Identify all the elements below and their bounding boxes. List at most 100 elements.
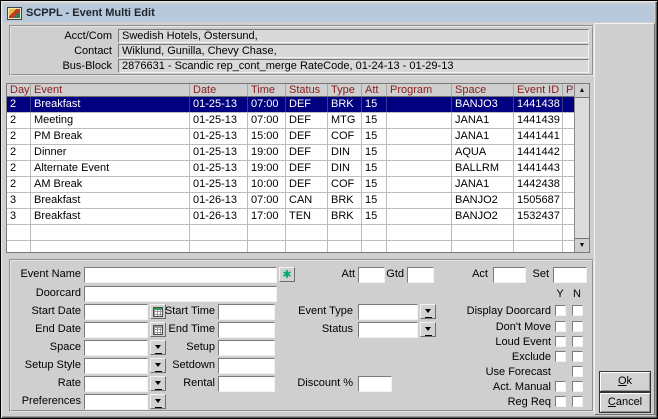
cell: Alternate Event xyxy=(31,161,190,176)
booking-header-group: Acct/Com Swedish Hotels, Östersund, Cont… xyxy=(9,25,594,76)
cell: BRK xyxy=(328,97,362,112)
cell: 01-25-13 xyxy=(190,97,248,112)
exclude-no-checkbox[interactable] xyxy=(572,351,583,362)
cell xyxy=(286,225,328,240)
event-row[interactable]: 2Dinner01-25-1319:00DEFDIN15AQUA1441442 xyxy=(7,145,574,161)
acct-com-value: Swedish Hotels, Östersund, xyxy=(118,29,589,43)
rate-input[interactable] xyxy=(84,376,148,392)
cell: 1441441 xyxy=(514,129,563,144)
cell: AM Break xyxy=(31,177,190,192)
cell: JANA1 xyxy=(452,113,514,128)
space-label: Space xyxy=(11,341,81,354)
cell: 01-25-13 xyxy=(190,129,248,144)
event-row[interactable]: 2AM Break01-25-1310:00DEFCOF15JANA114424… xyxy=(7,177,574,193)
reg-req-yes-checkbox[interactable] xyxy=(555,396,566,407)
cell xyxy=(248,225,286,240)
app-icon[interactable] xyxy=(7,7,22,20)
cell xyxy=(328,225,362,240)
cell xyxy=(563,113,574,128)
event-row[interactable]: 3Breakfast01-26-1307:00CANBRK15BANJO2150… xyxy=(7,193,574,209)
cell: COF xyxy=(328,177,362,192)
table-scrollbar[interactable]: ▲ ▼ xyxy=(574,84,589,252)
setdown-label: Setdown xyxy=(155,359,215,372)
reg-req-no-checkbox[interactable] xyxy=(572,396,583,407)
cell xyxy=(563,177,574,192)
event-row[interactable]: 2Breakfast01-25-1307:00DEFBRK15BANJO3144… xyxy=(7,97,574,113)
acct-com-row: Acct/Com Swedish Hotels, Östersund, xyxy=(14,29,589,43)
display-doorcard-no-checkbox[interactable] xyxy=(572,305,583,316)
end-time-input[interactable] xyxy=(218,322,275,338)
cancel-button[interactable]: Cancel xyxy=(599,392,651,413)
bus-block-value: 2876631 - Scandic rep_cont_merge RateCod… xyxy=(118,59,589,73)
exclude-yes-checkbox[interactable] xyxy=(555,351,566,362)
setup-style-input[interactable] xyxy=(84,358,148,374)
cell xyxy=(190,241,248,252)
cell xyxy=(387,97,452,112)
no-column-header: N xyxy=(571,288,583,300)
preferences-input[interactable] xyxy=(84,394,148,410)
empty-row[interactable] xyxy=(7,241,574,252)
setdown-input[interactable] xyxy=(218,358,275,374)
loud-event-yes-checkbox[interactable] xyxy=(555,336,566,347)
event-name-input[interactable] xyxy=(84,267,277,283)
don-t-move-yes-checkbox[interactable] xyxy=(555,321,566,332)
setup-label: Setup xyxy=(155,341,215,354)
act-label: Act xyxy=(458,268,488,281)
loud-event-no-checkbox[interactable] xyxy=(572,336,583,347)
event-row[interactable]: 2Alternate Event01-25-1319:00DEFDIN15BAL… xyxy=(7,161,574,177)
events-table-content: DayEventDateTimeStatusTypeAttProgramSpac… xyxy=(7,84,574,252)
start-date-input[interactable] xyxy=(84,304,148,320)
setup-input[interactable] xyxy=(218,340,275,356)
scroll-down-icon[interactable]: ▼ xyxy=(575,238,589,252)
yes-column-header: Y xyxy=(554,288,566,300)
cell: 15 xyxy=(362,177,387,192)
event-row[interactable]: 2Meeting01-25-1307:00DEFMTG15JANA1144143… xyxy=(7,113,574,129)
discount-input[interactable] xyxy=(358,376,392,392)
act-manual-no-checkbox[interactable] xyxy=(572,381,583,392)
column-header-type: Type xyxy=(328,84,362,96)
cell xyxy=(387,225,452,240)
cell xyxy=(387,209,452,224)
event-name-lookup-button[interactable]: ✱ xyxy=(279,267,295,282)
dropdown-arrow-icon xyxy=(155,399,161,406)
event-row[interactable]: 3Breakfast01-26-1317:00TENBRK15BANJO2153… xyxy=(7,209,574,225)
cell: BANJO3 xyxy=(452,97,514,112)
cell: DEF xyxy=(286,177,328,192)
don-t-move-no-checkbox[interactable] xyxy=(572,321,583,332)
cell: 01-26-13 xyxy=(190,209,248,224)
title-bar[interactable]: SCPPL - Event Multi Edit xyxy=(4,4,654,22)
end-date-input[interactable] xyxy=(84,322,148,338)
preferences-dropdown-button[interactable] xyxy=(150,394,166,409)
cell: BRK xyxy=(328,193,362,208)
display-doorcard-yes-checkbox[interactable] xyxy=(555,305,566,316)
scroll-up-icon[interactable]: ▲ xyxy=(575,84,589,98)
cell: 19:00 xyxy=(248,161,286,176)
event-type-input[interactable] xyxy=(358,304,418,320)
gtd-input[interactable] xyxy=(407,267,434,283)
contact-row: Contact Wiklund, Gunilla, Chevy Chase, xyxy=(14,44,589,58)
rental-label: Rental xyxy=(155,377,215,390)
cell: 2 xyxy=(7,97,31,112)
ok-button[interactable]: Ok xyxy=(599,371,651,392)
gtd-label: Gtd xyxy=(374,268,404,281)
empty-row[interactable] xyxy=(7,225,574,241)
cell xyxy=(7,241,31,252)
event-row[interactable]: 2PM Break01-25-1315:00DEFCOF15JANA114414… xyxy=(7,129,574,145)
cell: 15 xyxy=(362,97,387,112)
cell: 15 xyxy=(362,145,387,160)
cell xyxy=(387,161,452,176)
cell: 15:00 xyxy=(248,129,286,144)
act-manual-yes-checkbox[interactable] xyxy=(555,381,566,392)
cell: 17:00 xyxy=(248,209,286,224)
cell: 2 xyxy=(7,113,31,128)
status-input[interactable] xyxy=(358,322,418,338)
space-input[interactable] xyxy=(84,340,148,356)
start-time-input[interactable] xyxy=(218,304,275,320)
rate-label: Rate xyxy=(11,377,81,390)
cell xyxy=(563,209,574,224)
rental-input[interactable] xyxy=(218,376,275,392)
use-forecast-no-checkbox[interactable] xyxy=(572,366,583,377)
set-input[interactable] xyxy=(553,267,587,283)
doorcard-input[interactable] xyxy=(84,286,277,302)
column-header-program: Program xyxy=(387,84,452,96)
